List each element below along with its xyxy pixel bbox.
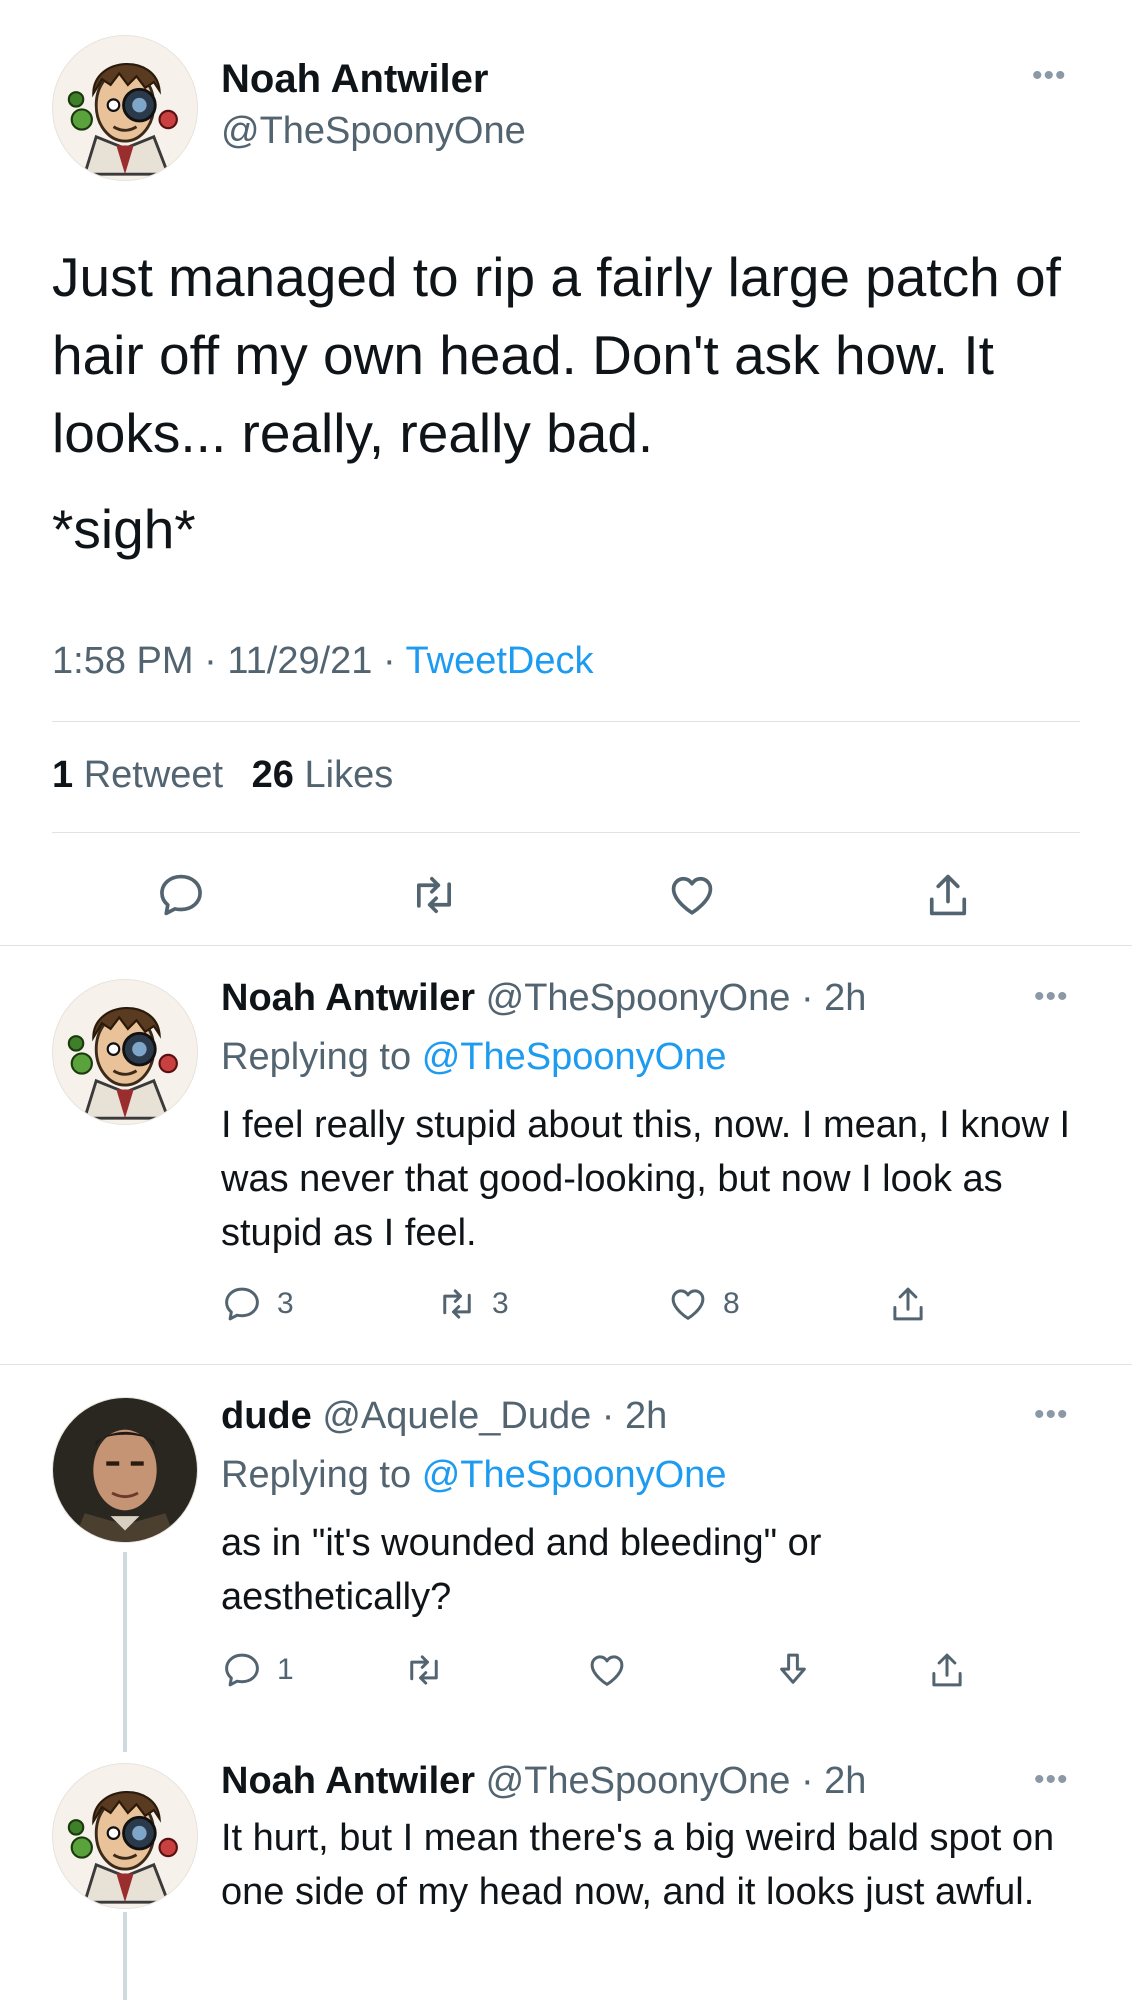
replying-prefix: Replying to — [221, 1036, 412, 1078]
more-icon[interactable]: ••• — [1034, 1765, 1069, 1795]
divider — [52, 721, 1080, 722]
meta-separator: · — [800, 1760, 814, 1802]
meta-separator: · — [800, 977, 814, 1019]
reply-icon — [221, 1649, 263, 1691]
thread-connector-line — [123, 1552, 127, 1752]
author-name[interactable]: Noah Antwiler — [221, 1760, 475, 1802]
author-name[interactable]: Noah Antwiler — [221, 55, 488, 103]
reply-button[interactable]: 1 — [221, 1649, 294, 1691]
author-handle[interactable]: @Aquele_Dude — [322, 1395, 591, 1437]
author-handle[interactable]: @TheSpoonyOne — [486, 1760, 791, 1802]
author-handle[interactable]: @TheSpoonyOne — [221, 108, 526, 154]
retweet-button[interactable]: 3 — [436, 1283, 509, 1325]
avatar[interactable] — [52, 1397, 198, 1543]
reply-age[interactable]: 2h — [625, 1395, 667, 1437]
tweet-text-sigh: *sigh* — [52, 498, 196, 560]
more-icon[interactable]: ••• — [1034, 982, 1069, 1012]
tweet-text: Just managed to rip a fairly large patch… — [52, 246, 1061, 464]
retweets-count: 1 — [52, 754, 74, 796]
share-button[interactable] — [926, 1649, 968, 1691]
reply-tweet[interactable]: Noah Antwiler @TheSpoonyOne · 2h ••• Rep… — [0, 947, 1132, 1364]
share-icon — [922, 869, 974, 921]
reply-button[interactable] — [155, 869, 207, 921]
divider — [52, 832, 1080, 833]
tweet-time[interactable]: 1:58 PM — [52, 640, 194, 682]
author-avatar-image — [53, 36, 197, 180]
reply-age[interactable]: 2h — [824, 1760, 866, 1802]
likes-count: 26 — [251, 754, 294, 796]
reply-tweet[interactable]: dude @Aquele_Dude · 2h ••• Replying to @… — [0, 1365, 1132, 1735]
retweets-label: Retweet — [83, 754, 224, 796]
retweet-button[interactable] — [403, 1649, 445, 1691]
reply-text: It hurt, but I mean there's a big weird … — [221, 1817, 1055, 1913]
share-button[interactable] — [922, 869, 974, 921]
like-button[interactable] — [666, 869, 718, 921]
retweet-button[interactable] — [408, 869, 460, 921]
replying-mention-link[interactable]: @TheSpoonyOne — [422, 1454, 727, 1496]
like-icon — [666, 869, 718, 921]
retweet-icon — [436, 1283, 478, 1325]
like-icon — [586, 1649, 628, 1691]
like-count: 8 — [723, 1287, 740, 1320]
reply-button[interactable]: 3 — [221, 1283, 294, 1325]
reply-count: 3 — [277, 1287, 294, 1320]
reply-header: Noah Antwiler @TheSpoonyOne · 2h — [221, 1758, 866, 1804]
reply-text: as in "it's wounded and bleeding" or aes… — [221, 1522, 822, 1618]
meta-separator: · — [382, 640, 396, 682]
reply-icon — [155, 869, 207, 921]
author-avatar-image — [53, 1398, 197, 1542]
retweets-stat[interactable]: 1 Retweet — [52, 754, 223, 796]
like-button[interactable]: 8 — [667, 1283, 740, 1325]
author-handle[interactable]: @TheSpoonyOne — [486, 977, 791, 1019]
reply-age[interactable]: 2h — [824, 977, 866, 1019]
reply-tweet[interactable]: Noah Antwiler @TheSpoonyOne · 2h ••• It … — [0, 1735, 1132, 2000]
retweet-icon — [408, 869, 460, 921]
more-icon[interactable]: ••• — [1034, 1400, 1069, 1430]
reply-header: dude @Aquele_Dude · 2h — [221, 1393, 667, 1439]
replying-to: Replying to @TheSpoonyOne — [221, 1452, 726, 1498]
retweet-count: 3 — [492, 1287, 509, 1320]
reply-icon — [221, 1283, 263, 1325]
author-name[interactable]: dude — [221, 1395, 312, 1437]
avatar[interactable] — [52, 1763, 198, 1909]
replying-prefix: Replying to — [221, 1454, 412, 1496]
author-avatar-image — [53, 980, 197, 1124]
thread-connector-line — [123, 1912, 127, 2000]
more-icon[interactable]: ••• — [1032, 61, 1067, 91]
retweet-icon — [403, 1649, 445, 1691]
share-button[interactable] — [887, 1283, 929, 1325]
meta-separator: · — [601, 1395, 615, 1437]
meta-separator: · — [204, 640, 217, 682]
avatar[interactable] — [52, 979, 198, 1125]
main-tweet: Noah Antwiler @TheSpoonyOne ••• Just man… — [0, 0, 1132, 946]
download-button[interactable] — [772, 1649, 814, 1691]
reply-count: 1 — [277, 1653, 294, 1686]
share-icon — [926, 1649, 968, 1691]
author-avatar-image — [53, 1764, 197, 1908]
avatar[interactable] — [52, 35, 198, 181]
tweet-stats: 1 Retweet 26 Likes — [52, 752, 393, 798]
reply-text: I feel really stupid about this, now. I … — [221, 1104, 1071, 1254]
replying-to: Replying to @TheSpoonyOne — [221, 1034, 726, 1080]
likes-stat[interactable]: 26 Likes — [252, 754, 394, 796]
like-icon — [667, 1283, 709, 1325]
author-name[interactable]: Noah Antwiler — [221, 977, 475, 1019]
tweet-thread-page: Noah Antwiler @TheSpoonyOne ••• Just man… — [0, 0, 1132, 2000]
tweet-source-link[interactable]: TweetDeck — [406, 640, 594, 682]
replying-mention-link[interactable]: @TheSpoonyOne — [422, 1036, 727, 1078]
likes-label: Likes — [304, 754, 394, 796]
tweet-date[interactable]: 11/29/21 — [227, 640, 372, 682]
tweet-meta: 1:58 PM · 11/29/21 · TweetDeck — [52, 638, 593, 684]
download-icon — [772, 1649, 814, 1691]
like-button[interactable] — [586, 1649, 628, 1691]
reply-header: Noah Antwiler @TheSpoonyOne · 2h — [221, 975, 866, 1021]
share-icon — [887, 1283, 929, 1325]
